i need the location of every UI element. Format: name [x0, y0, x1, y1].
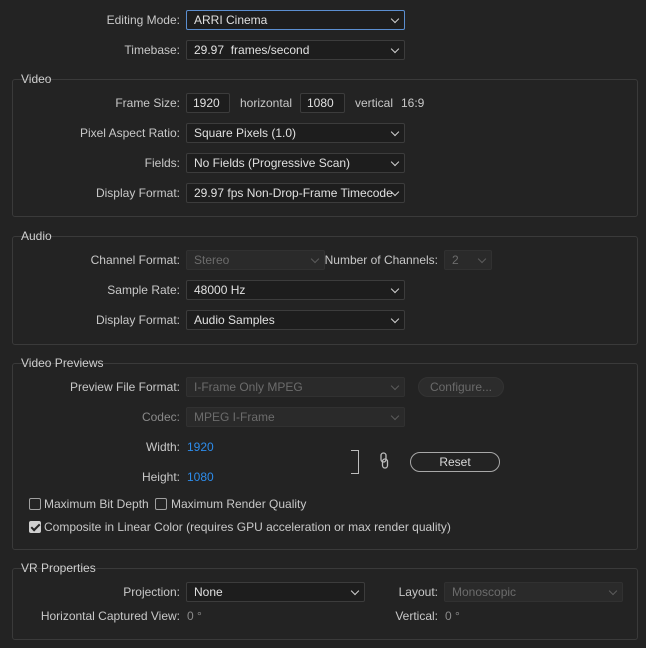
chevron-down-icon — [350, 586, 360, 596]
configure-button[interactable]: Configure... — [418, 377, 504, 397]
chevron-down-icon — [390, 157, 400, 167]
fields-dropdown[interactable]: No Fields (Progressive Scan) — [186, 153, 405, 173]
codec-dropdown[interactable]: MPEG I-Frame — [186, 407, 405, 427]
editing-mode-dropdown[interactable]: ARRI Cinema — [186, 10, 405, 30]
reset-button[interactable]: Reset — [410, 452, 500, 472]
vertical-view-value: 0 ° — [445, 609, 460, 623]
video-group-title: Video — [21, 72, 52, 86]
vertical-label: vertical — [355, 96, 394, 110]
layout-value: Monoscopic — [452, 585, 517, 599]
aspect-link-bracket — [351, 450, 359, 474]
video-display-format-label: Display Format: — [95, 186, 180, 200]
max-render-quality-checkbox[interactable] — [155, 498, 167, 510]
vr-properties-group — [12, 568, 638, 640]
projection-dropdown[interactable]: None — [186, 582, 365, 602]
sample-rate-value: 48000 Hz — [194, 283, 246, 297]
link-icon[interactable] — [377, 451, 391, 471]
horizontal-captured-view-label: Horizontal Captured View: — [40, 609, 180, 623]
channel-format-value: Stereo — [194, 253, 230, 267]
preview-width-value[interactable]: 1920 — [187, 437, 214, 457]
chevron-down-icon — [390, 314, 400, 324]
fields-label: Fields: — [144, 156, 180, 170]
editing-mode-value: ARRI Cinema — [194, 13, 268, 27]
sample-rate-label: Sample Rate: — [107, 283, 180, 297]
pixel-aspect-ratio-value: Square Pixels (1.0) — [194, 126, 297, 140]
preview-file-format-dropdown[interactable]: I-Frame Only MPEG — [186, 377, 405, 397]
pixel-aspect-ratio-dropdown[interactable]: Square Pixels (1.0) — [186, 123, 405, 143]
chevron-down-icon — [390, 127, 400, 137]
fields-value: No Fields (Progressive Scan) — [194, 156, 351, 170]
horizontal-label: horizontal — [240, 96, 293, 110]
preview-file-format-label: Preview File Format: — [69, 380, 180, 394]
projection-value: None — [194, 585, 223, 599]
sample-rate-dropdown[interactable]: 48000 Hz — [186, 280, 405, 300]
layout-dropdown[interactable]: Monoscopic — [444, 582, 623, 602]
channel-format-label: Channel Format: — [90, 253, 180, 267]
video-display-format-value: 29.97 fps Non-Drop-Frame Timecode — [194, 186, 393, 200]
max-bit-depth-label: Maximum Bit Depth — [44, 497, 149, 511]
audio-display-format-label: Display Format: — [95, 313, 180, 327]
preview-file-format-value: I-Frame Only MPEG — [194, 380, 303, 394]
frame-width-input[interactable]: 1920 — [186, 93, 230, 113]
linear-color-label: Composite in Linear Color (requires GPU … — [44, 520, 451, 534]
chevron-down-icon — [477, 254, 487, 264]
codec-label: Codec: — [141, 410, 180, 424]
projection-label: Projection: — [123, 585, 180, 599]
preview-height-label: Height: — [141, 470, 180, 484]
chevron-down-icon — [390, 381, 400, 391]
layout-label: Layout: — [398, 585, 438, 599]
chevron-down-icon — [390, 44, 400, 54]
audio-display-format-value: Audio Samples — [194, 313, 275, 327]
number-of-channels-label: Number of Channels: — [324, 253, 438, 267]
timebase-value: 29.97 frames/second — [194, 43, 310, 57]
editing-mode-label: Editing Mode: — [106, 13, 180, 27]
number-of-channels-dropdown[interactable]: 2 — [444, 250, 492, 270]
chevron-down-icon — [608, 586, 618, 596]
audio-display-format-dropdown[interactable]: Audio Samples — [186, 310, 405, 330]
frame-size-label: Frame Size: — [115, 96, 180, 110]
preview-width-label: Width: — [145, 440, 180, 454]
preview-height-value[interactable]: 1080 — [187, 467, 214, 487]
pixel-aspect-ratio-label: Pixel Aspect Ratio: — [79, 126, 180, 140]
max-render-quality-label: Maximum Render Quality — [171, 497, 307, 511]
video-previews-group-title: Video Previews — [21, 356, 104, 370]
vr-properties-group-title: VR Properties — [21, 561, 96, 575]
timebase-label: Timebase: — [124, 43, 180, 57]
aspect-ratio-text: 16:9 — [401, 96, 425, 110]
codec-value: MPEG I-Frame — [194, 410, 275, 424]
chevron-down-icon — [390, 14, 400, 24]
timebase-dropdown[interactable]: 29.97 frames/second — [186, 40, 405, 60]
linear-color-checkbox[interactable] — [29, 521, 41, 533]
max-bit-depth-checkbox[interactable] — [29, 498, 41, 510]
video-display-format-dropdown[interactable]: 29.97 fps Non-Drop-Frame Timecode — [186, 183, 405, 203]
frame-height-input[interactable]: 1080 — [300, 93, 345, 113]
vertical-view-label: Vertical: — [395, 609, 438, 623]
audio-group-title: Audio — [21, 229, 52, 243]
chevron-down-icon — [390, 284, 400, 294]
number-of-channels-value: 2 — [452, 253, 459, 267]
horizontal-captured-view-value: 0 ° — [187, 609, 202, 623]
chevron-down-icon — [390, 411, 400, 421]
